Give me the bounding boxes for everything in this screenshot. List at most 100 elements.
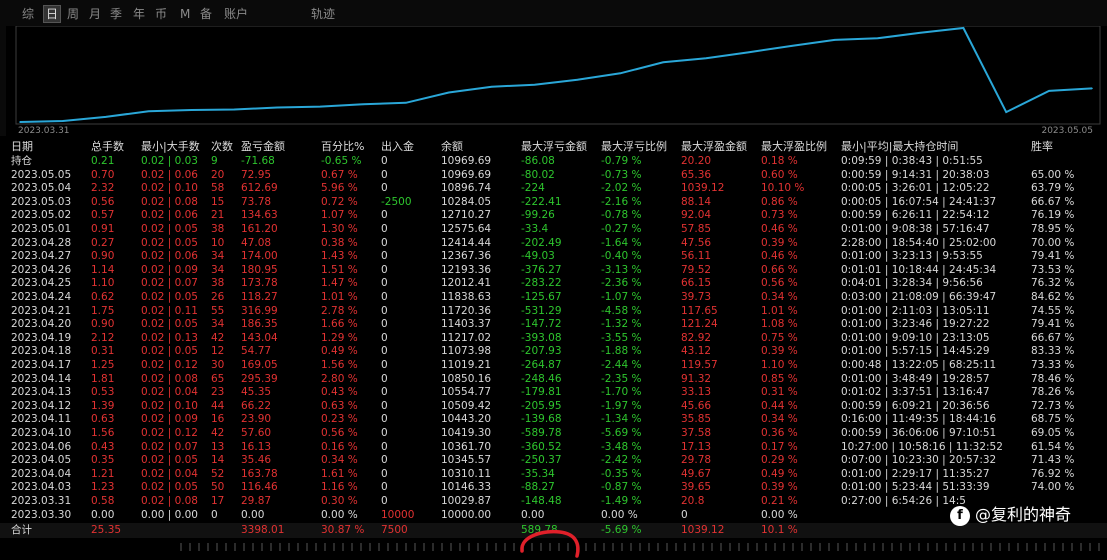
volume-tick — [990, 543, 992, 551]
volume-tick — [180, 543, 182, 551]
column-header[interactable]: 出入金 — [381, 139, 414, 154]
tab-7[interactable]: M — [178, 6, 192, 22]
volume-tick — [1017, 543, 1019, 551]
column-header[interactable]: 次数 — [211, 139, 233, 154]
volume-tick — [243, 543, 245, 551]
column-header[interactable]: 最大浮盈比例 — [761, 139, 827, 154]
equity-point — [19, 121, 21, 123]
equity-point — [190, 109, 193, 111]
volume-tick — [909, 543, 911, 551]
volume-tick — [441, 543, 443, 551]
table-cell-max_gain: 0 — [681, 508, 688, 521]
period-tab-bar: 综日周月季年币 M 备账户 轨迹 — [0, 0, 1107, 26]
equity-point — [233, 108, 236, 111]
volume-tick — [252, 543, 254, 551]
volume-tick — [360, 543, 362, 551]
table-header: 日期 总手数 最小|大手数 次数 盈亏金额 百分比% 出入金 余额 最大浮亏金额 最大浮亏比例 最大… — [0, 139, 1107, 154]
volume-tick — [927, 543, 929, 551]
tab-3[interactable]: 月 — [87, 6, 103, 22]
volume-tick — [414, 543, 416, 551]
column-header[interactable]: 盈亏金额 — [241, 139, 285, 154]
equity-point — [147, 110, 150, 113]
volume-tick — [225, 543, 227, 551]
tab-2[interactable]: 周 — [65, 6, 81, 22]
volume-tick — [342, 543, 344, 551]
volume-tick — [324, 543, 326, 551]
column-header[interactable]: 最大浮盈金额 — [681, 139, 747, 154]
volume-tick — [747, 543, 749, 551]
equity-point — [490, 85, 493, 88]
volume-tick — [189, 543, 191, 551]
volume-tick — [1071, 543, 1073, 551]
equity-point — [276, 106, 279, 109]
table-cell-max_loss: 0.00 — [521, 508, 545, 521]
equity-point — [576, 78, 579, 81]
volume-tick — [1044, 543, 1046, 551]
tab-1[interactable]: 日 — [43, 5, 62, 23]
volume-tick — [234, 543, 236, 551]
column-header[interactable]: 日期 — [11, 139, 33, 154]
volume-tick — [378, 543, 380, 551]
volume-tick — [837, 543, 839, 551]
volume-tick — [612, 543, 614, 551]
volume-tick — [297, 543, 299, 551]
volume-tick — [1035, 543, 1037, 551]
volume-tick — [765, 543, 767, 551]
volume-tick — [594, 543, 596, 551]
column-header[interactable]: 余额 — [441, 139, 463, 154]
volume-tick — [603, 543, 605, 551]
column-header[interactable]: 最小|平均|最大持仓时间 — [841, 139, 958, 154]
equity-point — [1091, 87, 1093, 90]
volume-tick — [396, 543, 398, 551]
tab-0[interactable]: 综 — [20, 6, 36, 22]
volume-tick — [774, 543, 776, 551]
column-header[interactable]: 百分比% — [321, 139, 364, 154]
volume-tick — [459, 543, 461, 551]
volume-tick — [1026, 543, 1028, 551]
equity-point — [833, 39, 836, 41]
tab-9[interactable]: 账户 — [222, 6, 250, 22]
tab-8[interactable]: 备 — [198, 6, 214, 22]
watermark: f @复利的神奇 — [950, 503, 1071, 527]
volume-tick — [702, 543, 704, 551]
volume-tick — [495, 543, 497, 551]
chart-background — [6, 26, 1107, 136]
table-cell-pct: 0.00 % — [321, 508, 358, 521]
total-cell-pnl: 3398.01 — [241, 524, 285, 537]
volume-tick — [504, 543, 506, 551]
volume-tick — [333, 543, 335, 551]
total-cell-date: 合计 — [11, 524, 32, 537]
volume-tick — [810, 543, 812, 551]
equity-point — [62, 120, 64, 122]
column-header[interactable]: 最小|大手数 — [141, 139, 200, 154]
volume-tick — [711, 543, 713, 551]
volume-tick — [756, 543, 758, 551]
volume-tick — [1080, 543, 1082, 551]
volume-tick — [306, 543, 308, 551]
volume-tick — [648, 543, 650, 551]
volume-tick — [963, 543, 965, 551]
volume-tick — [819, 543, 821, 551]
tab-6[interactable]: 币 — [153, 6, 169, 22]
table-row[interactable]: 2023.03.30 0.00 0.00 | 0.00 0 0.00 0.00 % 1000… — [0, 508, 1107, 523]
column-header[interactable]: 总手数 — [91, 139, 124, 154]
volume-tick — [405, 543, 407, 551]
volume-tick — [999, 543, 1001, 551]
column-header[interactable]: 胜率 — [1031, 139, 1053, 154]
column-header[interactable]: 最大浮亏金额 — [521, 139, 587, 154]
volume-tick — [657, 543, 659, 551]
watermark-text: @复利的神奇 — [975, 505, 1072, 524]
equity-point — [962, 27, 965, 29]
volume-tick — [792, 543, 794, 551]
volume-tick — [873, 543, 875, 551]
total-cell-max_loss_pct: -5.69 % — [601, 524, 642, 537]
table-cell-pnl: 0.00 — [241, 508, 265, 521]
tab-10[interactable]: 轨迹 — [309, 6, 337, 22]
tab-4[interactable]: 季 — [108, 6, 124, 22]
equity-point — [876, 37, 879, 40]
column-header[interactable]: 最大浮亏比例 — [601, 139, 667, 154]
tab-5[interactable]: 年 — [131, 6, 147, 22]
volume-tick — [270, 543, 272, 551]
volume-tick — [351, 543, 353, 551]
volume-tick — [729, 543, 731, 551]
